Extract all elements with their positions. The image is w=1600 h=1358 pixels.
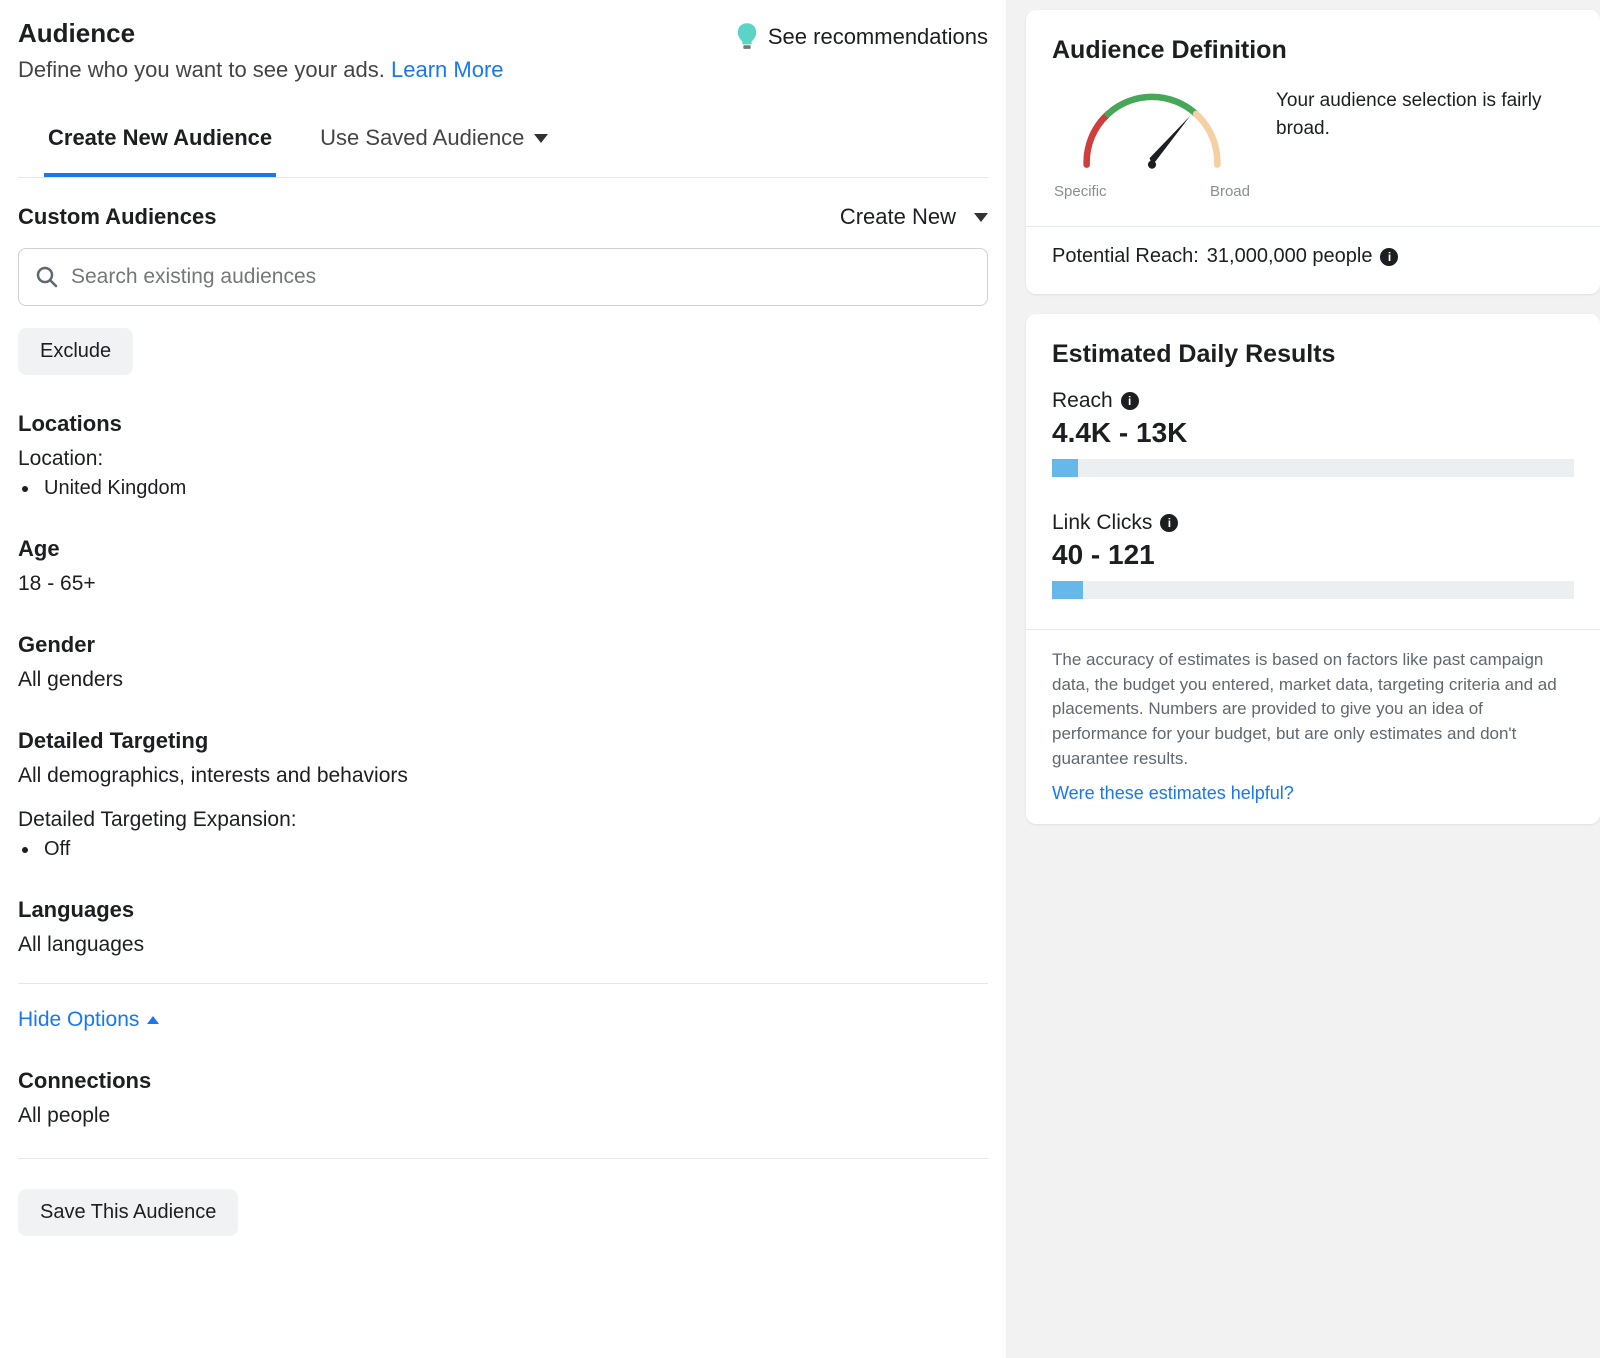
gender-section: Gender All genders <box>18 632 988 692</box>
audience-config-panel: Audience Define who you want to see your… <box>0 0 1006 1358</box>
hide-options-toggle[interactable]: Hide Options <box>18 1008 159 1032</box>
detailed-targeting-expansion-item: Off <box>40 838 988 861</box>
tab-use-saved-audience-label: Use Saved Audience <box>320 125 524 151</box>
link-clicks-bar-fill <box>1052 581 1083 599</box>
potential-reach-value: 31,000,000 people <box>1207 245 1373 268</box>
reach-label: Reach <box>1052 389 1113 413</box>
age-section: Age 18 - 65+ <box>18 536 988 596</box>
search-icon <box>35 265 59 289</box>
locations-sublabel: Location: <box>18 447 988 471</box>
link-clicks-label: Link Clicks <box>1052 511 1152 535</box>
potential-reach-label: Potential Reach: <box>1052 245 1199 268</box>
locations-section: Locations Location: United Kingdom <box>18 411 988 500</box>
link-clicks-value: 40 - 121 <box>1052 539 1574 571</box>
languages-section: Languages All languages <box>18 897 988 957</box>
tab-use-saved-audience[interactable]: Use Saved Audience <box>316 115 552 177</box>
create-new-label: Create New <box>840 204 956 230</box>
info-icon[interactable]: i <box>1121 392 1139 410</box>
page-subtitle: Define who you want to see your ads. Lea… <box>18 57 504 83</box>
estimated-daily-results-card: Estimated Daily Results Reach i 4.4K - 1… <box>1026 314 1600 824</box>
custom-audiences-label: Custom Audiences <box>18 204 216 230</box>
audience-definition-card: Audience Definition Specific <box>1026 10 1600 294</box>
age-value: 18 - 65+ <box>18 572 988 596</box>
chevron-down-icon <box>534 134 548 143</box>
detailed-targeting-section: Detailed Targeting All demographics, int… <box>18 728 988 861</box>
estimates-feedback-link[interactable]: Were these estimates helpful? <box>1052 783 1294 804</box>
reach-bar-fill <box>1052 459 1078 477</box>
gender-value: All genders <box>18 668 988 692</box>
connections-section: Connections All people <box>18 1068 988 1128</box>
connections-value: All people <box>18 1104 988 1128</box>
languages-value: All languages <box>18 933 988 957</box>
chevron-up-icon <box>147 1016 159 1024</box>
gender-label: Gender <box>18 632 988 658</box>
gauge-icon <box>1052 83 1252 181</box>
info-icon[interactable]: i <box>1160 514 1178 532</box>
audience-definition-title: Audience Definition <box>1052 36 1574 65</box>
search-audiences-container[interactable] <box>18 248 988 306</box>
gauge-broad-label: Broad <box>1210 183 1250 200</box>
connections-label: Connections <box>18 1068 988 1094</box>
audience-tabs: Create New Audience Use Saved Audience <box>18 115 988 178</box>
tab-create-new-audience[interactable]: Create New Audience <box>44 115 276 177</box>
create-new-dropdown[interactable]: Create New <box>840 204 988 230</box>
see-recommendations-label: See recommendations <box>768 24 988 50</box>
hide-options-label: Hide Options <box>18 1008 139 1032</box>
page-subtitle-text: Define who you want to see your ads. <box>18 57 391 82</box>
info-icon[interactable]: i <box>1380 248 1398 266</box>
gauge-specific-label: Specific <box>1054 183 1107 200</box>
results-disclaimer: The accuracy of estimates is based on fa… <box>1052 648 1574 771</box>
lightbulb-icon <box>736 22 758 52</box>
reach-value: 4.4K - 13K <box>1052 417 1574 449</box>
estimated-daily-results-title: Estimated Daily Results <box>1052 340 1574 369</box>
detailed-targeting-value: All demographics, interests and behavior… <box>18 764 988 788</box>
detailed-targeting-expansion-label: Detailed Targeting Expansion: <box>18 808 988 832</box>
save-audience-button[interactable]: Save This Audience <box>18 1189 238 1236</box>
link-clicks-metric: Link Clicks i 40 - 121 <box>1052 511 1574 599</box>
page-title: Audience <box>18 18 504 49</box>
learn-more-link[interactable]: Learn More <box>391 57 504 82</box>
detailed-targeting-label: Detailed Targeting <box>18 728 988 754</box>
reach-metric: Reach i 4.4K - 13K <box>1052 389 1574 477</box>
search-input[interactable] <box>59 259 971 295</box>
audience-definition-description: Your audience selection is fairly broad. <box>1276 83 1574 142</box>
exclude-button[interactable]: Exclude <box>18 328 133 375</box>
languages-label: Languages <box>18 897 988 923</box>
audience-insights-panel: Audience Definition Specific <box>1026 0 1600 1358</box>
reach-bar <box>1052 459 1574 477</box>
location-item: United Kingdom <box>40 477 988 500</box>
link-clicks-bar <box>1052 581 1574 599</box>
age-label: Age <box>18 536 988 562</box>
locations-label: Locations <box>18 411 988 437</box>
see-recommendations-button[interactable]: See recommendations <box>736 22 988 52</box>
chevron-down-icon <box>974 213 988 222</box>
